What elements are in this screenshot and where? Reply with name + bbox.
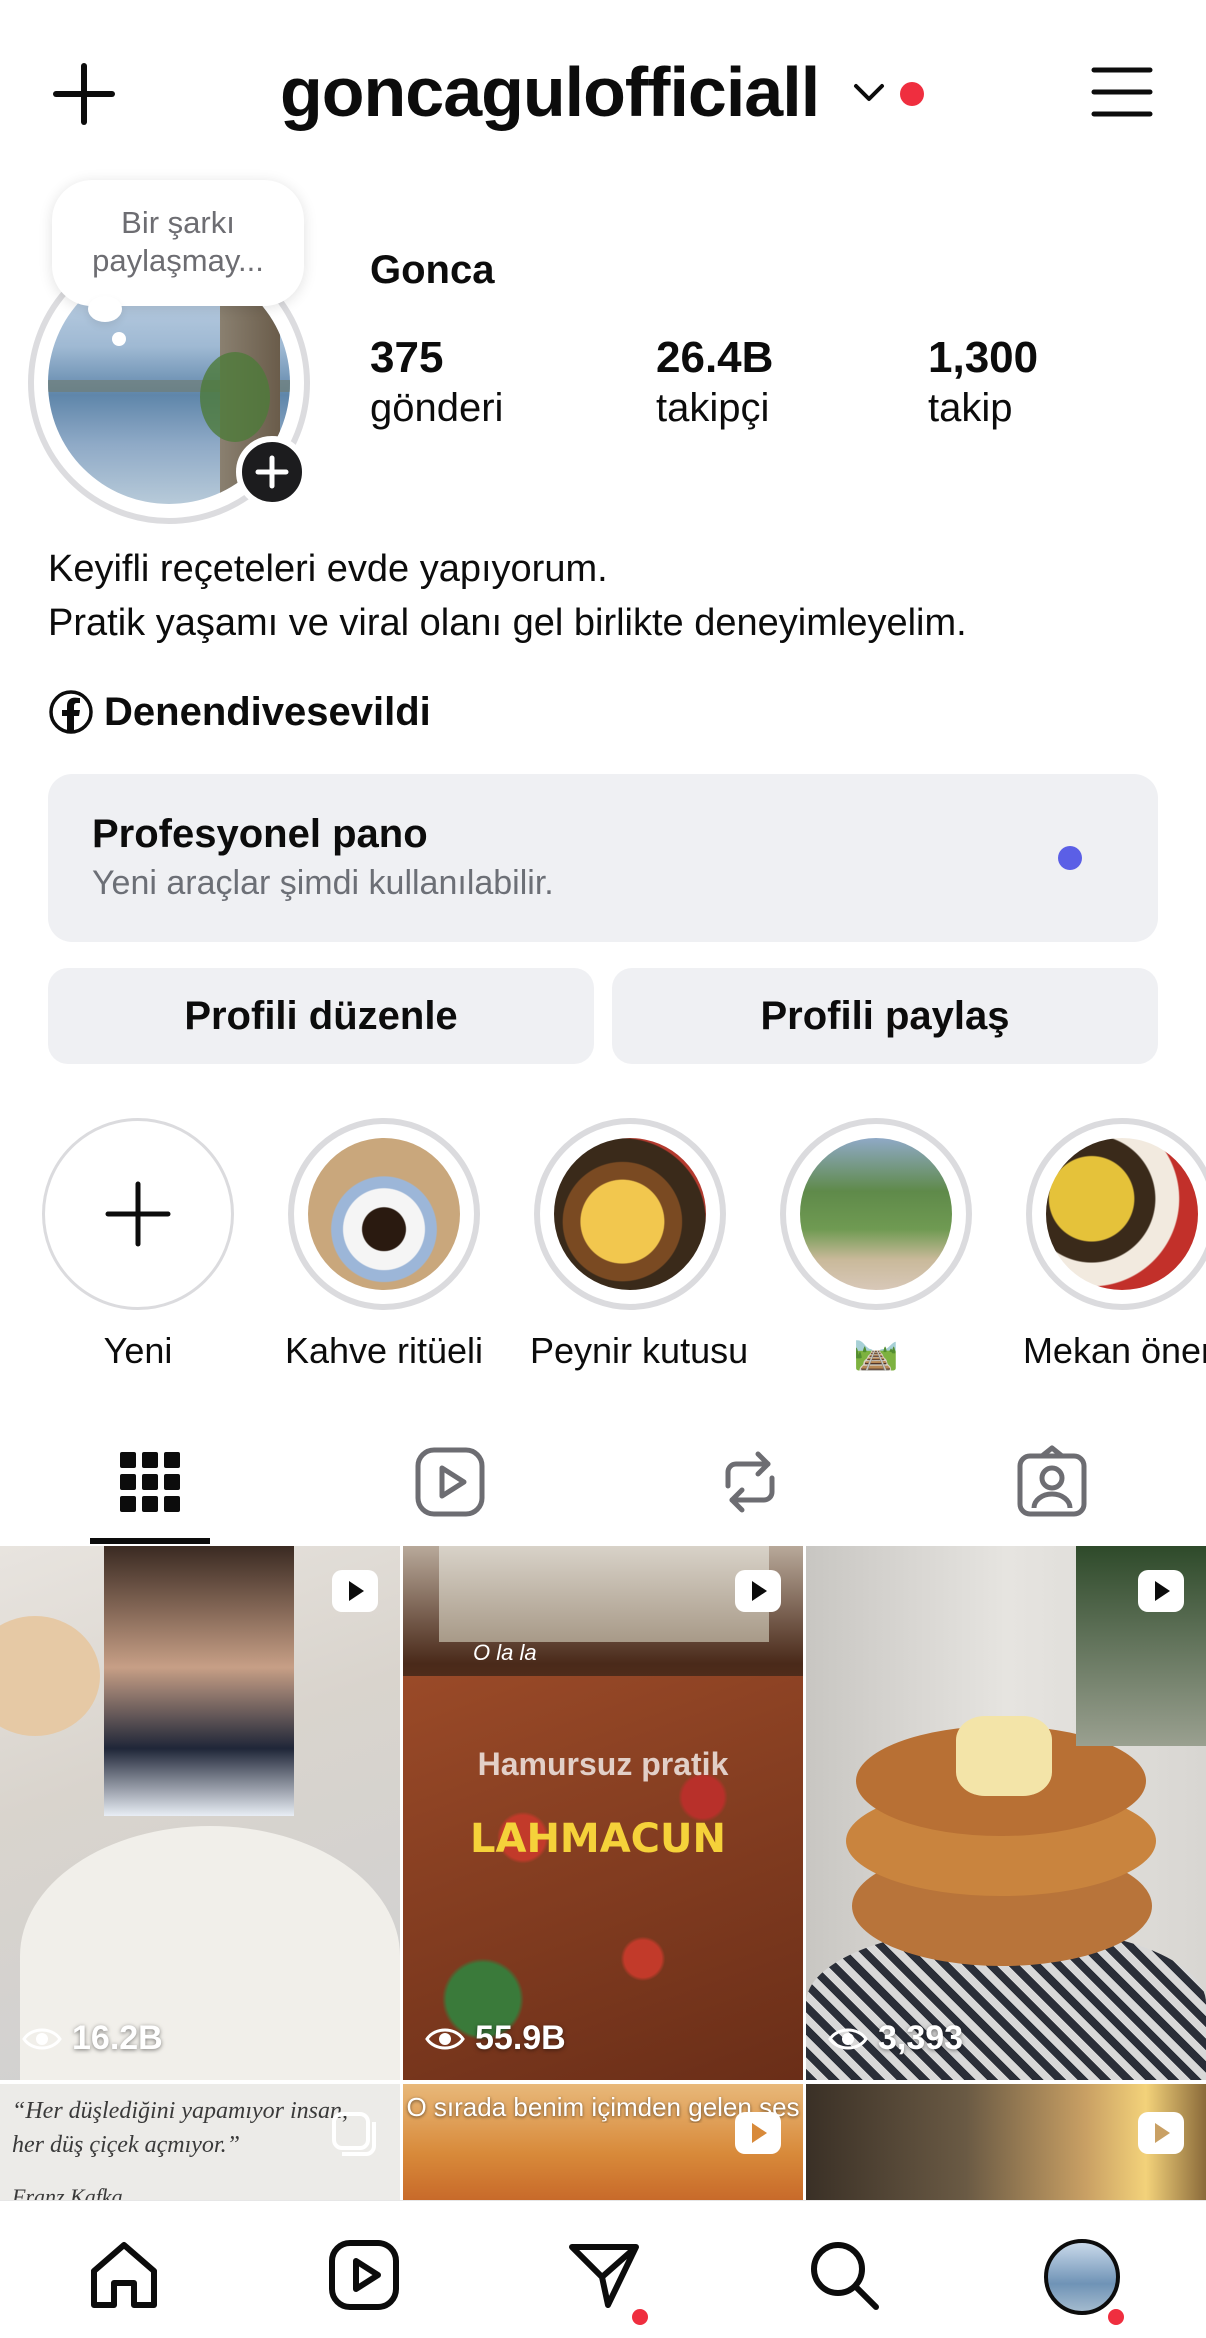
reels-icon[interactable] [326, 2237, 402, 2313]
posts-label: gönderi [370, 386, 504, 430]
butter [956, 1716, 1052, 1796]
post-tile[interactable]: 3,393 [806, 1546, 1206, 2080]
pro-dashboard-subtitle: Yeni araçlar şimdi kullanılabilir. [92, 864, 554, 902]
note-text: Bir şarkı paylaşmay... [92, 205, 264, 278]
bio-line: Keyifli reçeteleri evde yapıyorum. [48, 548, 608, 590]
edit-profile-button[interactable]: Profili düzenle [48, 968, 594, 1064]
professional-dashboard-card[interactable]: Profesyonel pano Yeni araçlar şimdi kull… [48, 774, 1158, 942]
post-tile[interactable] [806, 2084, 1206, 2200]
add-story-button[interactable] [236, 436, 308, 508]
reposts-icon[interactable] [710, 1442, 790, 1522]
view-count: 55.9B [425, 2019, 566, 2058]
reel-icon [735, 1570, 781, 1612]
pro-dashboard-title: Profesyonel pano [92, 812, 428, 856]
following-label: takip [928, 386, 1013, 430]
highlight-railway[interactable]: 🛤️ [776, 1118, 976, 1372]
home-icon[interactable] [86, 2237, 162, 2313]
messages-icon[interactable] [566, 2237, 642, 2313]
note-bubble[interactable]: Bir şarkı paylaşmay... [52, 180, 304, 306]
highlight-label: 🛤️ [853, 1330, 899, 1371]
view-count-label: 55.9B [475, 2019, 566, 2057]
post-tile[interactable]: O sırada benim içimden gelen ses [403, 2084, 803, 2200]
highlight-ring [534, 1118, 726, 1310]
highlight-label: Kahve ritüeli [284, 1330, 484, 1371]
highlight-cover [554, 1138, 706, 1290]
menu-icon[interactable] [1090, 64, 1154, 120]
highlight-cover [800, 1138, 952, 1290]
active-tab-indicator [90, 1538, 210, 1544]
highlight-ring [1026, 1118, 1206, 1310]
post-tile[interactable]: “Her düşlediğini yapamıyor insan, her dü… [0, 2084, 400, 2200]
view-count-label: 16.2B [72, 2019, 163, 2057]
eye-icon [828, 2028, 868, 2049]
new-indicator-dot [1058, 846, 1082, 870]
highlight-new[interactable]: Yeni [38, 1118, 238, 1372]
reels-icon[interactable] [410, 1442, 490, 1522]
plus-icon [105, 1181, 171, 1247]
highlight-ring [288, 1118, 480, 1310]
posts-count: 375 [370, 333, 444, 382]
posts-stat[interactable]: 375 gönderi [370, 332, 503, 432]
reel-icon [735, 2112, 781, 2154]
post-quote-author: Franz Kafka [12, 2184, 123, 2200]
eye-icon [425, 2028, 465, 2049]
followers-label: takipçi [656, 386, 770, 430]
post-tile[interactable]: 16.2B [0, 1546, 400, 2080]
profile-avatar-tab[interactable] [1044, 2239, 1120, 2315]
facebook-link[interactable]: Denendivesevildi [48, 686, 431, 738]
following-stat[interactable]: 1,300 takip [928, 332, 1038, 432]
profile-notification-dot [1108, 2309, 1124, 2325]
note-bubble-tail [88, 296, 122, 322]
facebook-icon [49, 690, 93, 734]
post-egg [0, 1616, 100, 1736]
plus-icon [255, 455, 289, 489]
highlight-label: Peynir kutusu [530, 1330, 749, 1371]
create-plus-icon[interactable] [52, 62, 116, 126]
post-tile[interactable]: O la la Hamursuz pratik LAHMACUN 55.9B [403, 1546, 803, 2080]
highlight-place[interactable]: Mekan öneri [1022, 1118, 1206, 1372]
highlight-ring [42, 1118, 234, 1310]
post-inset-photo [104, 1546, 294, 1816]
username-title[interactable]: goncagulofficiall [280, 52, 820, 132]
post-inset-photo [439, 1546, 769, 1642]
top-bar: goncagulofficiall [0, 0, 1206, 180]
messages-notification-dot [632, 2309, 648, 2325]
view-count: 16.2B [22, 2019, 163, 2058]
chevron-down-icon[interactable] [852, 80, 886, 104]
view-count: 3,393 [828, 2019, 963, 2058]
view-count-label: 3,393 [878, 2019, 964, 2057]
highlight-cover [308, 1138, 460, 1290]
followers-stat[interactable]: 26.4B takipçi [656, 332, 773, 432]
followers-count: 26.4B [656, 333, 774, 382]
highlight-label: Yeni [103, 1330, 173, 1371]
highlight-label: Mekan öneri [1022, 1330, 1206, 1371]
highlight-coffee[interactable]: Kahve ritüeli [284, 1118, 484, 1372]
notification-dot [900, 82, 924, 106]
grid-icon[interactable] [110, 1442, 190, 1522]
highlight-ring [780, 1118, 972, 1310]
reel-icon [1138, 1570, 1184, 1612]
post-quote-line: her düş çiçek açmıyor.” [12, 2132, 240, 2158]
share-profile-button[interactable]: Profili paylaş [612, 968, 1158, 1064]
search-icon[interactable] [806, 2237, 882, 2313]
full-name: Gonca [370, 248, 495, 292]
carousel-icon [332, 2112, 376, 2156]
note-bubble-tail-small [112, 332, 126, 346]
content-tabs [0, 1424, 1206, 1546]
post-overlay-subtitle: Hamursuz pratik [477, 1746, 729, 1782]
reel-icon [1138, 2112, 1184, 2154]
post-quote-line: “Her düşlediğini yapamıyor insan, [12, 2098, 348, 2124]
eye-icon [22, 2028, 62, 2049]
bio-line: Pratik yaşamı ve viral olanı gel birlikt… [48, 602, 967, 644]
post-overlay-top: O la la [473, 1640, 537, 1665]
tagged-icon[interactable] [1012, 1442, 1092, 1522]
following-count: 1,300 [928, 333, 1039, 382]
facebook-link-label: Denendivesevildi [104, 689, 431, 734]
highlight-cover [1046, 1138, 1198, 1290]
bottom-navigation [0, 2200, 1206, 2338]
post-overlay-title: LAHMACUN [470, 1816, 726, 1862]
reel-icon [332, 1570, 378, 1612]
highlight-cheese[interactable]: Peynir kutusu [530, 1118, 749, 1372]
bio: Keyifli reçeteleri evde yapıyorum. Prati… [48, 542, 967, 650]
